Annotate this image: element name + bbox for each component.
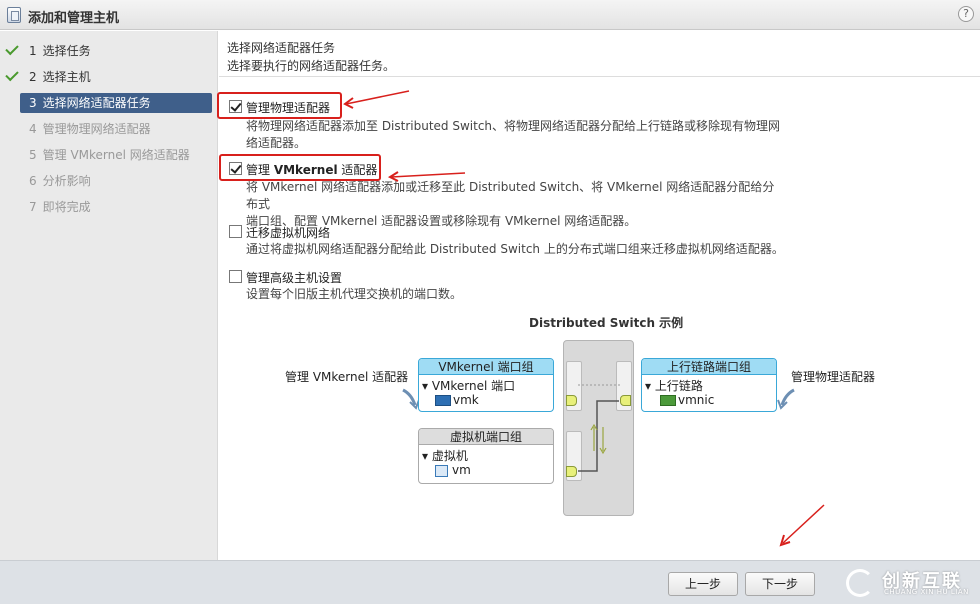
diagram-label-vmkernel: 管理 VMkernel 适配器: [285, 370, 409, 384]
step-label: 分析影响: [42, 174, 91, 188]
nic-icon: [435, 395, 451, 406]
vmkernel-port-group: VMkernel 端口组 ▾ VMkernel 端口 vmk: [418, 358, 554, 412]
group-subitem: vmnic: [660, 393, 714, 407]
step-label: 选择任务: [42, 44, 91, 58]
port-icon: [620, 395, 631, 406]
check-icon: [5, 41, 19, 56]
step-label: 选择网络适配器任务: [42, 96, 151, 110]
back-button[interactable]: 上一步: [668, 572, 738, 596]
distributed-switch-graphic: [563, 340, 634, 516]
title-bar: 添加和管理主机 ?: [0, 0, 980, 30]
vm-icon: [435, 464, 448, 477]
uplink-port-group: 上行链路端口组 ▾ 上行链路 vmnic: [641, 358, 777, 412]
option-label: 迁移虚拟机网络: [246, 226, 331, 240]
wizard-steps: 1 选择任务 2 选择主机 3 选择网络适配器任务 4 管理物理网络适配器 5 管理 VM…: [0, 31, 218, 560]
step-label: 管理物理网络适配器: [42, 122, 151, 136]
group-header: VMkernel 端口组: [419, 359, 553, 375]
window-title: 添加和管理主机: [28, 11, 120, 26]
diagram-title: Distributed Switch 示例: [529, 316, 684, 330]
main-panel: 选择网络适配器任务 选择要执行的网络适配器任务。 管理物理适配器 将物理网络适配…: [217, 31, 980, 560]
header-divider: [219, 76, 980, 77]
wizard-icon: [7, 7, 21, 23]
annotation-box: [219, 154, 381, 181]
page-title: 选择网络适配器任务: [227, 41, 336, 55]
group-item: ▾ 虚拟机: [422, 449, 468, 463]
nic-icon: [660, 395, 676, 406]
step-select-task[interactable]: 1 选择任务: [20, 41, 212, 61]
step-ready-to-complete: 7 即将完成: [29, 200, 91, 214]
diagram-label-physical: 管理物理适配器: [791, 370, 876, 384]
step-label: 管理 VMkernel 网络适配器: [42, 148, 190, 162]
option-description: 将物理网络适配器添加至 Distributed Switch、将物理网络适配器分…: [246, 119, 781, 150]
step-select-adapter-task[interactable]: 3 选择网络适配器任务: [20, 93, 212, 113]
group-header: 上行链路端口组: [642, 359, 776, 375]
check-icon: [5, 67, 19, 82]
group-header: 虚拟机端口组: [419, 429, 553, 445]
step-select-host[interactable]: 2 选择主机: [20, 67, 212, 87]
port-icon: [566, 395, 577, 406]
step-label: 选择主机: [42, 70, 91, 84]
step-analyze-impact: 6 分析影响: [29, 174, 91, 188]
group-item: ▾ 上行链路: [645, 379, 703, 393]
port-icon: [566, 466, 577, 477]
next-button[interactable]: 下一步: [745, 572, 815, 596]
option-description: 设置每个旧版主机代理交换机的端口数。: [246, 287, 463, 301]
step-manage-physical: 4 管理物理网络适配器: [29, 122, 151, 136]
advanced-host-settings-checkbox[interactable]: [229, 270, 242, 283]
group-subitem: vm: [435, 463, 471, 477]
annotation-box: [217, 92, 342, 119]
page-subtitle: 选择要执行的网络适配器任务。: [227, 59, 396, 73]
wizard-footer: 上一步 下一步 创新互联 CHUANG XIN HU LIAN: [0, 560, 980, 604]
step-manage-vmkernel: 5 管理 VMkernel 网络适配器: [29, 148, 190, 162]
vm-port-group: 虚拟机端口组 ▾ 虚拟机 vm: [418, 428, 554, 484]
migrate-vm-network-checkbox[interactable]: [229, 225, 242, 238]
option-description: 通过将虚拟机网络适配器分配给此 Distributed Switch 上的分布式…: [246, 242, 784, 256]
watermark-icon: [846, 569, 874, 597]
step-label: 即将完成: [42, 200, 91, 214]
group-subitem: vmk: [435, 393, 479, 407]
group-item: ▾ VMkernel 端口: [422, 379, 516, 393]
option-description: 将 VMkernel 网络适配器添加或迁移至此 Distributed Swit…: [246, 180, 775, 228]
option-label: 管理高级主机设置: [246, 271, 343, 285]
help-icon[interactable]: ?: [958, 6, 974, 22]
